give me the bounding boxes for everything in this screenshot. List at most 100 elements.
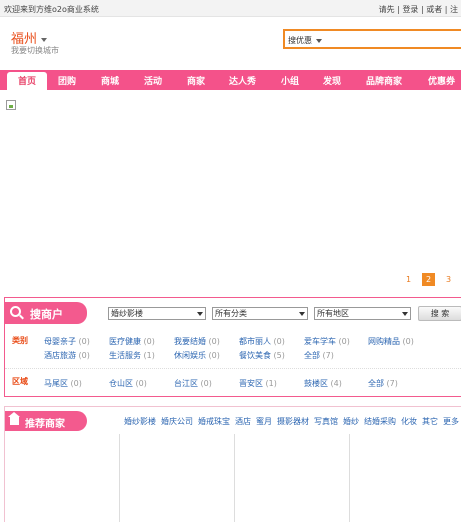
category-link[interactable]: 酒店旅游 (0) [44, 350, 90, 361]
category-link[interactable]: 爱车学车 (0) [304, 336, 350, 347]
chevron-down-icon [41, 37, 48, 42]
rec-category-link[interactable]: 婚庆公司 [161, 416, 193, 427]
shop-search-button[interactable]: 搜 索 [418, 306, 461, 321]
region-filter-value: 所有地区 [317, 309, 349, 318]
category-link[interactable]: 医疗健康 (0) [109, 336, 155, 347]
nav-item-mall[interactable]: 商城 [101, 74, 119, 87]
rec-category-link[interactable]: 其它 [422, 416, 438, 427]
rec-category-link[interactable]: 酒店 [235, 416, 251, 427]
chevron-down-icon [197, 312, 203, 316]
category-name: 餐饮美食 [239, 351, 271, 360]
region-link[interactable]: 鼓楼区 (4) [304, 378, 342, 389]
nav-item-groups[interactable]: 小组 [281, 74, 299, 87]
region-name: 台江区 [174, 379, 198, 388]
rec-category-link[interactable]: 婚纱 [343, 416, 359, 427]
nav-item-groupbuy[interactable]: 团购 [58, 74, 76, 87]
chevron-down-icon [316, 38, 322, 43]
category-link[interactable]: 餐饮美食 (5) [239, 350, 285, 361]
rec-category-link[interactable]: 蜜月 [256, 416, 272, 427]
rec-category-link[interactable]: 写真馆 [314, 416, 338, 427]
rec-category-link[interactable]: 婚戒珠宝 [198, 416, 230, 427]
subcategory-filter-select[interactable]: 所有分类 [212, 307, 308, 320]
category-link[interactable]: 都市丽人 (0) [239, 336, 285, 347]
rec-category-link[interactable]: 化妆 [401, 416, 417, 427]
register-link[interactable]: 注 [450, 5, 458, 14]
category-count: (0) [273, 337, 285, 346]
region-link[interactable]: 马尾区 (0) [44, 378, 82, 389]
rec-category-link[interactable]: 婚纱影楼 [124, 416, 156, 427]
nav-item-brand-merchants[interactable]: 品牌商家 [366, 74, 402, 87]
region-name: 仓山区 [109, 379, 133, 388]
category-name: 我要结婚 [174, 337, 206, 346]
search-box[interactable]: 搜优惠 [283, 29, 461, 49]
broken-image-icon [6, 100, 16, 110]
shop-search-tag: 搜商户 [5, 302, 87, 324]
rec-category-link[interactable]: 摄影器材 [277, 416, 309, 427]
account-links: 请先 | 登录 | 或者 | 注 [378, 5, 458, 14]
nav-item-home[interactable]: 首页 [7, 72, 47, 90]
category-count: (1) [143, 351, 155, 360]
rec-category-link[interactable]: 更多 [443, 416, 459, 427]
region-count: (0) [200, 379, 212, 388]
category-link[interactable]: 全部 (7) [304, 350, 334, 361]
category-name: 医疗健康 [109, 337, 141, 346]
nav-item-talent-show[interactable]: 达人秀 [229, 74, 256, 87]
pager-page-current[interactable]: 2 [422, 273, 435, 286]
rec-category-link[interactable]: 结婚采购 [364, 416, 396, 427]
category-count: (7) [322, 351, 334, 360]
region-link[interactable]: 台江区 (0) [174, 378, 212, 389]
category-link[interactable]: 我要结婚 (0) [174, 336, 220, 347]
category-link[interactable]: 网购精品 (0) [368, 336, 414, 347]
region-count: (1) [265, 379, 277, 388]
nav-item-merchants[interactable]: 商家 [187, 74, 205, 87]
region-name: 全部 [368, 379, 384, 388]
recommended-tag: 推荐商家 [5, 411, 87, 431]
column-divider [349, 434, 350, 522]
pager-page[interactable]: 3 [446, 275, 451, 284]
search-scope-dropdown[interactable]: 搜优惠 [288, 35, 322, 46]
chevron-down-icon [299, 312, 305, 316]
switch-city-link[interactable]: 我要切换城市 [11, 45, 59, 56]
category-count: (0) [402, 337, 414, 346]
category-name: 全部 [304, 351, 320, 360]
shop-search-title: 搜商户 [30, 308, 63, 321]
nav-item-discover[interactable]: 发现 [323, 74, 341, 87]
category-filter-select[interactable]: 婚纱影楼 [108, 307, 206, 320]
login-link[interactable]: 登录 [402, 5, 418, 14]
region-row-label: 区域 [12, 377, 28, 386]
nav-item-coupons[interactable]: 优惠券 [428, 74, 455, 87]
category-link[interactable]: 母婴亲子 (0) [44, 336, 90, 347]
category-count: (0) [78, 351, 90, 360]
category-link[interactable]: 生活服务 (1) [109, 350, 155, 361]
home-icon [8, 412, 20, 425]
region-name: 鼓楼区 [304, 379, 328, 388]
region-link[interactable]: 仓山区 (0) [109, 378, 147, 389]
region-filter-select[interactable]: 所有地区 [314, 307, 411, 320]
recommended-merchants-panel: 推荐商家 婚纱影楼 婚庆公司 婚戒珠宝 酒店 蜜月 摄影器材 写真馆 婚纱 结婚… [4, 406, 461, 522]
or-text: 或者 [426, 5, 443, 14]
category-name: 生活服务 [109, 351, 141, 360]
pager-page[interactable]: 1 [406, 275, 411, 284]
region-count: (4) [330, 379, 342, 388]
category-link[interactable]: 休闲娱乐 (0) [174, 350, 220, 361]
main-nav: 首页 团购 商城 活动 商家 达人秀 小组 发现 品牌商家 优惠券 [0, 70, 461, 90]
region-link[interactable]: 全部 (7) [368, 378, 398, 389]
region-link[interactable]: 晋安区 (1) [239, 378, 277, 389]
subcategory-filter-value: 所有分类 [215, 309, 247, 318]
category-name: 网购精品 [368, 337, 400, 346]
category-name: 爱车学车 [304, 337, 336, 346]
region-count: (0) [135, 379, 147, 388]
login-prompt: 请先 [378, 5, 395, 14]
divider [5, 368, 461, 369]
category-count: (0) [143, 337, 155, 346]
region-count: (0) [70, 379, 82, 388]
category-count: (0) [78, 337, 90, 346]
nav-item-events[interactable]: 活动 [144, 74, 162, 87]
region-name: 马尾区 [44, 379, 68, 388]
recommended-title: 推荐商家 [25, 419, 65, 430]
category-name: 酒店旅游 [44, 351, 76, 360]
column-divider [234, 434, 235, 522]
search-scope-label: 搜优惠 [288, 36, 312, 45]
category-row-label: 类别 [12, 336, 28, 345]
category-name: 母婴亲子 [44, 337, 76, 346]
